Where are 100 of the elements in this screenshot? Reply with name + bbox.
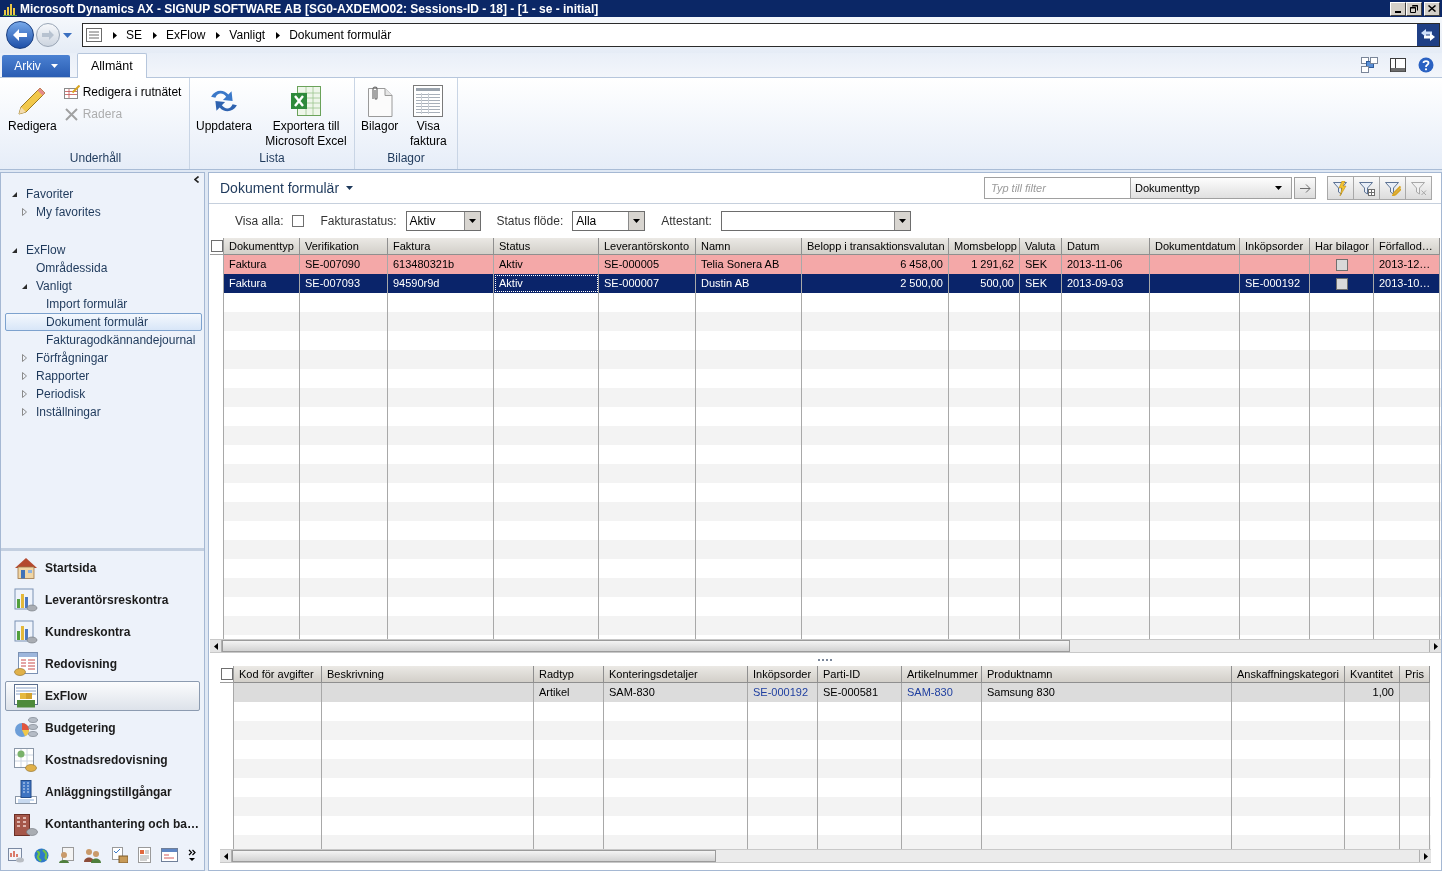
column-header[interactable]: Har bilagor xyxy=(1310,238,1374,255)
column-header[interactable]: Faktura xyxy=(388,238,494,255)
tree-item[interactable]: Områdessida xyxy=(5,259,113,277)
collapse-chevron-icon[interactable] xyxy=(194,176,199,183)
module-button[interactable]: Redovisning xyxy=(5,649,200,679)
table-row[interactable]: Artikel SAM-830 SE-000192 SE-000581 SAM-830 Samsung 830 1,00 xyxy=(234,683,1430,702)
tree-item[interactable]: Fakturagodkännandejournal xyxy=(5,331,201,349)
horizontal-scrollbar[interactable] xyxy=(210,639,1441,653)
tree-item[interactable]: ExFlow xyxy=(5,241,71,259)
scrollbar-thumb[interactable] xyxy=(222,640,1070,652)
tree-item[interactable]: Inställningar xyxy=(5,403,106,421)
select-all-checkbox[interactable] xyxy=(220,668,233,680)
collapsed-triangle-icon[interactable] xyxy=(22,354,27,362)
form-title-menu[interactable]: Dokument formulär xyxy=(220,177,354,199)
module-button[interactable]: Leverantörsreskontra xyxy=(5,585,200,615)
scroll-right-button[interactable] xyxy=(1429,640,1441,652)
history-dropdown-button[interactable] xyxy=(63,30,72,40)
navigate-button[interactable] xyxy=(1417,24,1439,46)
checkbox[interactable] xyxy=(1335,258,1348,271)
breadcrumb-link[interactable]: ExFlow xyxy=(166,28,206,42)
tree-item[interactable]: Import formulär xyxy=(5,295,133,313)
module-button[interactable]: Startsida xyxy=(5,553,200,583)
column-header[interactable]: Parti-ID xyxy=(818,666,902,683)
ribbon-button[interactable]: Bilagor xyxy=(358,81,402,134)
checkbox[interactable] xyxy=(1335,277,1348,290)
restore-button[interactable] xyxy=(1406,1,1422,16)
users-icon[interactable] xyxy=(84,847,102,863)
checkbox[interactable] xyxy=(292,214,305,227)
module-button[interactable]: ExFlow xyxy=(5,681,200,711)
document-box-icon[interactable] xyxy=(111,847,128,863)
horizontal-scrollbar[interactable] xyxy=(220,849,1431,863)
help-icon[interactable] xyxy=(1418,57,1434,73)
collapsed-triangle-icon[interactable] xyxy=(22,208,27,216)
table-row[interactable]: Faktura SE-007093 94590r9d Aktiv SE-000007 Dustin AB 2 500,00 500,00 SEK 2013-09-03 SE-000192 2013-10… xyxy=(224,274,1440,293)
ribbon-tab[interactable]: Allmänt xyxy=(77,53,147,78)
filter-input[interactable]: Typ till filter xyxy=(984,177,1131,199)
filter-field-dropdown[interactable]: Dokumenttyp xyxy=(1131,177,1292,199)
more-chevrons-icon[interactable] xyxy=(188,848,196,862)
ribbon-button[interactable]: Visa faktura xyxy=(403,81,454,149)
back-button[interactable] xyxy=(6,21,34,49)
column-header[interactable]: Status xyxy=(494,238,599,255)
window-icon[interactable] xyxy=(160,848,178,862)
column-header[interactable]: Dokumentdatum xyxy=(1150,238,1240,255)
ribbon-button[interactable]: Redigera xyxy=(5,81,60,134)
expanded-triangle-icon[interactable] xyxy=(12,247,17,253)
column-header[interactable]: Förfallod… xyxy=(1374,238,1440,255)
expanded-triangle-icon[interactable] xyxy=(12,191,17,197)
address-bar[interactable]: SE ExFlow Vanligt Dokument formulär xyxy=(82,23,1440,47)
table-link[interactable]: SAM-830 xyxy=(907,684,953,701)
minimize-button[interactable] xyxy=(1390,1,1406,16)
table-row[interactable]: Faktura SE-007090 613480321b Aktiv SE-000005 Telia Sonera AB 6 458,00 1 291,62 SEK 2013-11-06 2013-12… xyxy=(224,255,1440,274)
dropdown-arrow-button[interactable] xyxy=(628,211,645,230)
panel-icon[interactable] xyxy=(1390,58,1406,72)
collapsed-triangle-icon[interactable] xyxy=(22,372,27,380)
ribbon-button[interactable]: Exportera till Microsoft Excel xyxy=(257,81,356,149)
column-header[interactable]: Anskaffningskategori xyxy=(1232,666,1345,683)
filter-by-grid-button[interactable] xyxy=(1354,177,1380,199)
column-header[interactable]: Kod för avgifter xyxy=(234,666,322,683)
column-header[interactable]: Momsbelopp xyxy=(949,238,1020,255)
column-header[interactable]: Verifikation xyxy=(300,238,388,255)
scroll-left-button[interactable] xyxy=(220,850,232,862)
dropdown[interactable]: Alla xyxy=(572,210,646,231)
column-header[interactable]: Inköpsorder xyxy=(1240,238,1310,255)
tree-item[interactable]: Favoriter xyxy=(5,185,79,203)
column-header[interactable]: Leverantörskonto xyxy=(599,238,696,255)
scroll-right-button[interactable] xyxy=(1419,850,1431,862)
quick-filter-button[interactable] xyxy=(1328,177,1354,199)
dropdown[interactable] xyxy=(720,210,911,231)
module-button[interactable]: Kundreskontra xyxy=(5,617,200,647)
breadcrumb-link[interactable]: SE xyxy=(126,28,142,42)
collapsed-triangle-icon[interactable] xyxy=(22,408,27,416)
apply-filter-button[interactable] xyxy=(1294,177,1316,199)
dropdown[interactable]: Aktiv xyxy=(405,210,481,231)
column-header[interactable]: Radtyp xyxy=(534,666,604,683)
breadcrumb-link[interactable]: Dokument formulär xyxy=(289,28,392,42)
tree-item[interactable]: Vanligt xyxy=(5,277,77,295)
ribbon-button[interactable]: Redigera i rutnätet xyxy=(63,83,182,101)
dropdown-arrow-button[interactable] xyxy=(893,211,910,230)
breadcrumb-link[interactable]: Vanligt xyxy=(229,28,266,42)
tree-item[interactable]: My favorites xyxy=(5,203,106,221)
module-button[interactable]: Kostnadsredovisning xyxy=(5,745,200,775)
globe-icon[interactable] xyxy=(34,847,50,863)
ribbon-button[interactable]: Uppdatera xyxy=(193,81,256,134)
file-menu-button[interactable]: Arkiv xyxy=(2,55,70,77)
column-header[interactable]: Dokumenttyp xyxy=(224,238,300,255)
column-header[interactable]: Kvantitet xyxy=(1345,666,1400,683)
user-document-icon[interactable] xyxy=(59,847,75,863)
tree-item[interactable]: Periodisk xyxy=(5,385,91,403)
column-header[interactable]: Beskrivning xyxy=(322,666,534,683)
document-icon[interactable] xyxy=(137,847,151,863)
column-header[interactable]: Artikelnummer xyxy=(902,666,982,683)
splitter-grip-icon[interactable] xyxy=(818,658,832,661)
table-link[interactable]: SE-000192 xyxy=(753,684,809,701)
column-header[interactable]: Belopp i transaktionsvalutan xyxy=(802,238,949,255)
dropdown-arrow-button[interactable] xyxy=(463,211,480,230)
module-button[interactable]: Kontanthantering och ba… xyxy=(5,809,200,839)
scroll-left-button[interactable] xyxy=(210,640,222,652)
module-button[interactable]: Budgetering xyxy=(5,713,200,743)
column-header[interactable]: Valuta xyxy=(1020,238,1062,255)
scrollbar-thumb[interactable] xyxy=(232,850,716,862)
